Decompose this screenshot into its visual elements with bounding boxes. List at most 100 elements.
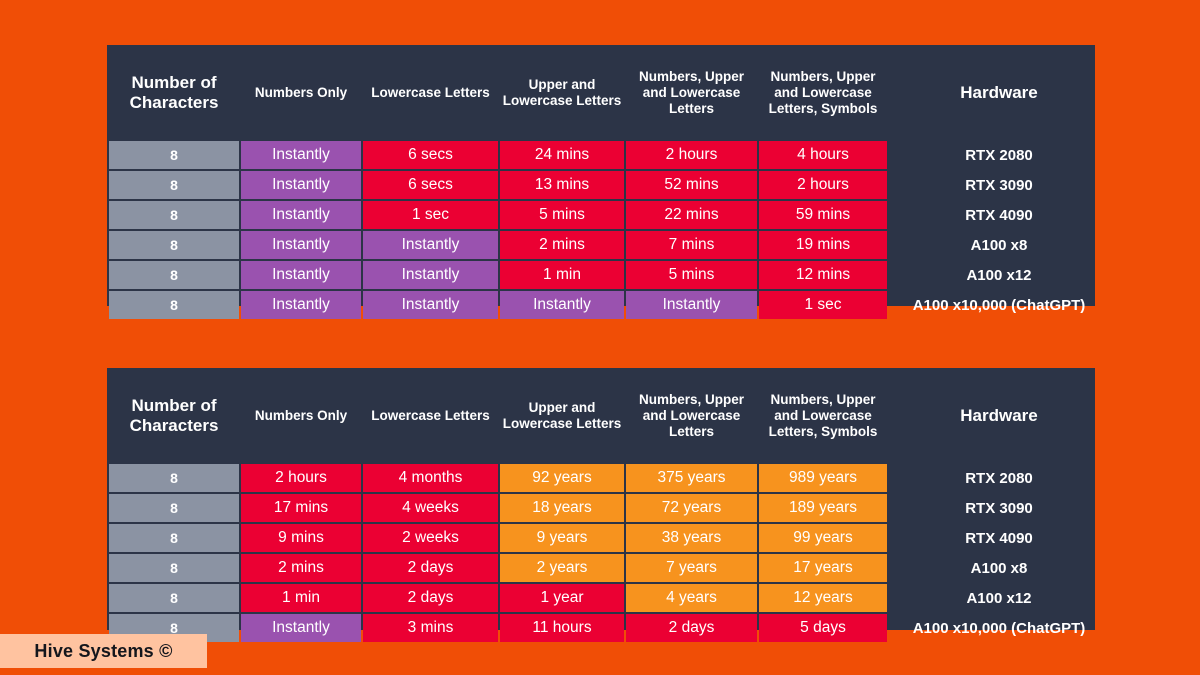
cell-upper-lower: 1 year xyxy=(500,584,624,612)
cell-num-upper-lower-sym: 12 years xyxy=(759,584,887,612)
cell-numbers-only: 17 mins xyxy=(241,494,361,522)
cell-number-of-characters: 8 xyxy=(109,261,239,289)
cell-num-upper-lower: 2 hours xyxy=(626,141,757,169)
column-header-numbers-only: Numbers Only xyxy=(254,85,348,101)
cell-lowercase: 1 sec xyxy=(363,201,498,229)
column-header-number-of-characters: Number of Characters xyxy=(129,72,219,112)
cell-num-upper-lower: 2 days xyxy=(626,614,757,642)
cell-num-upper-lower: 22 mins xyxy=(626,201,757,229)
table-row: 8 Instantly Instantly 2 mins 7 mins 19 mins A1… xyxy=(109,231,1109,259)
cell-lowercase: Instantly xyxy=(363,261,498,289)
table-body: 8 Instantly 6 secs 24 mins 2 hours 4 hours RTX… xyxy=(109,141,1109,319)
cell-hardware: RTX 2080 xyxy=(965,146,1033,164)
cell-number-of-characters: 8 xyxy=(109,554,239,582)
cell-num-upper-lower: 5 mins xyxy=(626,261,757,289)
cell-upper-lower: 92 years xyxy=(500,464,624,492)
cell-lowercase: 2 days xyxy=(363,554,498,582)
cell-lowercase: 4 weeks xyxy=(363,494,498,522)
cell-number-of-characters: 8 xyxy=(109,201,239,229)
cell-hardware: A100 x12 xyxy=(966,589,1032,607)
cell-numbers-only: Instantly xyxy=(241,171,361,199)
cell-hardware: RTX 3090 xyxy=(965,499,1033,517)
cell-numbers-only: Instantly xyxy=(241,614,361,642)
cell-lowercase: 6 secs xyxy=(363,141,498,169)
cell-upper-lower: 2 mins xyxy=(500,231,624,259)
cell-hardware: A100 x8 xyxy=(970,559,1028,577)
password-table-2: Number of Characters Numbers Only Lowerc… xyxy=(107,368,1095,642)
table-row: 81 min 2 days 1 year 4 years 12 years A100 x1… xyxy=(109,584,1109,612)
column-header-hardware: Hardware xyxy=(960,82,1038,102)
cell-num-upper-lower: Instantly xyxy=(626,291,757,319)
cell-num-upper-lower: 4 years xyxy=(626,584,757,612)
cell-num-upper-lower: 7 years xyxy=(626,554,757,582)
cell-upper-lower: 2 years xyxy=(500,554,624,582)
cell-upper-lower: 18 years xyxy=(500,494,624,522)
cell-num-upper-lower: 38 years xyxy=(626,524,757,552)
column-header-numbers-only: Numbers Only xyxy=(254,408,348,424)
column-header-numbers-upper-lowercase-letters-symbols: Numbers, Upper and Lowercase Letters, Sy… xyxy=(768,392,878,439)
cell-number-of-characters: 8 xyxy=(109,524,239,552)
cell-numbers-only: 9 mins xyxy=(241,524,361,552)
brand-label: Hive Systems © xyxy=(34,640,173,661)
cell-numbers-only: Instantly xyxy=(241,201,361,229)
table-row: 8 17 mins 4 weeks 18 years 72 years 189 years… xyxy=(109,494,1109,522)
cell-lowercase: Instantly xyxy=(363,291,498,319)
cell-numbers-only: Instantly xyxy=(241,231,361,259)
cell-hardware: RTX 4090 xyxy=(965,529,1033,547)
table-row: 8 Instantly 6 secs 24 mins 2 hours 4 hours RTX… xyxy=(109,141,1109,169)
header-row: Number of Characters Numbers Only Lowerc… xyxy=(109,47,1109,139)
cell-numbers-only: 2 mins xyxy=(241,554,361,582)
table-row: 89 mins 2 weeks 9 years 38 years 99 years RTX… xyxy=(109,524,1109,552)
cell-numbers-only: Instantly xyxy=(241,261,361,289)
table-row: 8 Instantly Instantly 1 min 5 mins 12 mins A10… xyxy=(109,261,1109,289)
cell-upper-lower: 9 years xyxy=(500,524,624,552)
cell-hardware: RTX 4090 xyxy=(965,206,1033,224)
cell-num-upper-lower-sym: 2 hours xyxy=(759,171,887,199)
cell-hardware: A100 x10,000 (ChatGPT) xyxy=(912,296,1086,314)
cell-num-upper-lower: 72 years xyxy=(626,494,757,522)
cell-lowercase: 2 weeks xyxy=(363,524,498,552)
cell-lowercase: 4 months xyxy=(363,464,498,492)
cell-num-upper-lower-sym: 1 sec xyxy=(759,291,887,319)
cell-number-of-characters: 8 xyxy=(109,584,239,612)
header-row: Number of Characters Numbers Only Lowerc… xyxy=(109,370,1109,462)
cell-num-upper-lower: 7 mins xyxy=(626,231,757,259)
table-row: 82 hours 4 months 92 years 375 years 989 yea… xyxy=(109,464,1109,492)
cell-number-of-characters: 8 xyxy=(109,494,239,522)
cell-num-upper-lower-sym: 5 days xyxy=(759,614,887,642)
cell-hardware: A100 x8 xyxy=(970,236,1028,254)
cell-numbers-only: Instantly xyxy=(241,141,361,169)
table-grid: Number of Characters Numbers Only Lowerc… xyxy=(107,45,1111,321)
cell-lowercase: 2 days xyxy=(363,584,498,612)
cell-numbers-only: 1 min xyxy=(241,584,361,612)
table-grid: Number of Characters Numbers Only Lowerc… xyxy=(107,368,1111,644)
cell-upper-lower: 24 mins xyxy=(500,141,624,169)
cell-number-of-characters: 8 xyxy=(109,141,239,169)
column-header-upper-and-lowercase-letters: Upper and Lowercase Letters xyxy=(502,400,622,431)
cell-number-of-characters: 8 xyxy=(109,231,239,259)
table-row: 82 mins 2 days 2 years 7 years 17 years A100 … xyxy=(109,554,1109,582)
cell-lowercase: Instantly xyxy=(363,231,498,259)
cell-numbers-only: Instantly xyxy=(241,291,361,319)
column-header-hardware: Hardware xyxy=(960,405,1038,425)
table-row: 8 Instantly 6 secs 13 mins 52 mins 2 hours RTX… xyxy=(109,171,1109,199)
cell-num-upper-lower-sym: 19 mins xyxy=(759,231,887,259)
cell-num-upper-lower-sym: 189 years xyxy=(759,494,887,522)
table-header: Number of Characters Numbers Only Lowerc… xyxy=(109,370,1109,462)
cell-upper-lower: 5 mins xyxy=(500,201,624,229)
column-header-number-of-characters: Number of Characters xyxy=(129,395,219,435)
cell-number-of-characters: 8 xyxy=(109,464,239,492)
cell-upper-lower: 11 hours xyxy=(500,614,624,642)
table-row: 8 Instantly 1 sec 5 mins 22 mins 59 mins RTX 4… xyxy=(109,201,1109,229)
cell-lowercase: 6 secs xyxy=(363,171,498,199)
column-header-numbers-upper-lowercase-letters: Numbers, Upper and Lowercase Letters xyxy=(638,392,745,439)
column-header-lowercase-letters: Lowercase Letters xyxy=(371,408,490,424)
cell-upper-lower: Instantly xyxy=(500,291,624,319)
table-body: 82 hours 4 months 92 years 375 years 989 yea… xyxy=(109,464,1109,642)
cell-upper-lower: 13 mins xyxy=(500,171,624,199)
table-row: 8 Instantly 3 mins 11 hours 2 days 5 days A100… xyxy=(109,614,1109,642)
cell-number-of-characters: 8 xyxy=(109,291,239,319)
cell-num-upper-lower-sym: 59 mins xyxy=(759,201,887,229)
cell-hardware: A100 x12 xyxy=(966,266,1032,284)
cell-num-upper-lower-sym: 99 years xyxy=(759,524,887,552)
